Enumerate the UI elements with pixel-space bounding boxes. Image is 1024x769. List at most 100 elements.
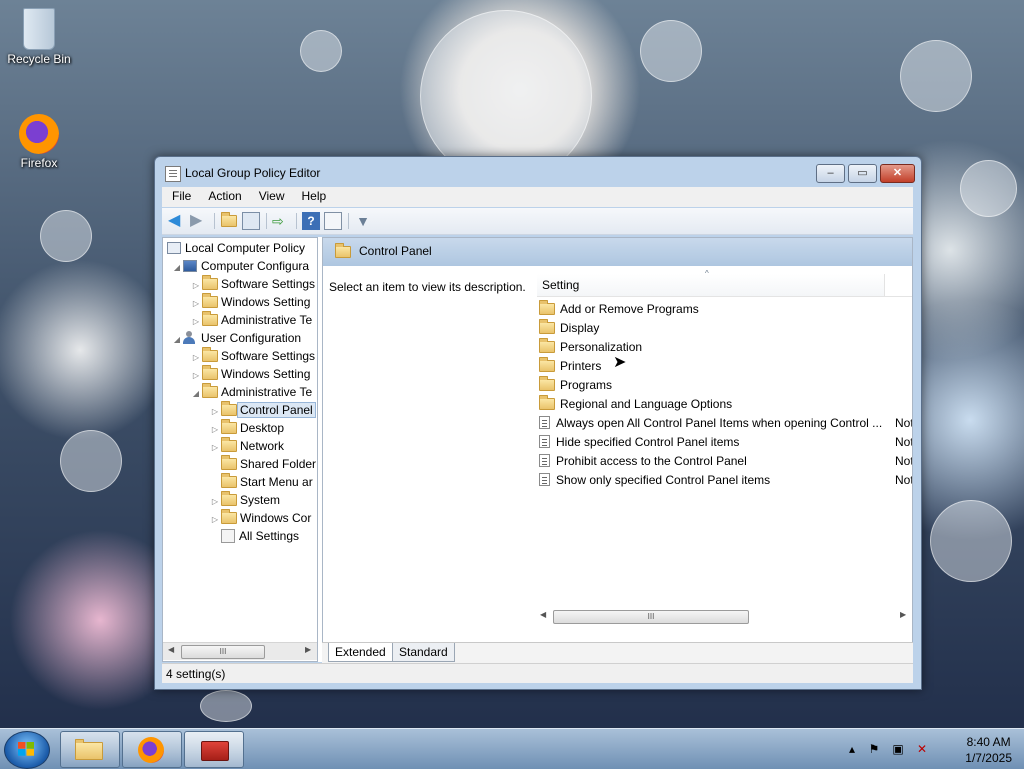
up-folder-icon[interactable] (220, 212, 238, 230)
list-item-policy[interactable]: Hide specified Control Panel items Not (539, 433, 913, 452)
clock-date: 1/7/2025 (965, 751, 1012, 765)
list-item-policy[interactable]: Prohibit access to the Control Panel Not (539, 452, 913, 471)
window-title: Local Group Policy Editor (185, 166, 321, 180)
expanded-arrow-icon[interactable]: ◢ (190, 385, 202, 403)
list-item-state: Not (895, 454, 913, 468)
show-hidden-icons-icon[interactable]: ▴ (845, 742, 859, 756)
all-settings-icon (221, 529, 235, 543)
close-button[interactable]: ✕ (880, 164, 915, 183)
list-item-label: Prohibit access to the Control Panel (556, 454, 747, 468)
tab-standard[interactable]: Standard (392, 643, 455, 662)
maximize-button[interactable]: ▭ (848, 164, 877, 183)
taskbar-firefox-button[interactable] (122, 731, 182, 768)
tree-horizontal-scrollbar[interactable]: ◀ III ▶ (163, 642, 317, 660)
column-header-setting[interactable]: Setting (537, 274, 885, 296)
properties-icon[interactable] (324, 212, 342, 230)
tree-item-all-settings[interactable]: All Settings (221, 527, 299, 545)
details-pane: Control Panel Select an item to view its… (322, 237, 913, 662)
scroll-right-arrow-icon[interactable]: ▶ (900, 610, 906, 619)
computer-policy-icon (167, 242, 181, 254)
tree-item-control-panel[interactable]: ▷ Control Panel (209, 401, 316, 419)
tree-item-local-computer-policy[interactable]: Local Computer Policy (167, 239, 305, 257)
desktop-icon-recycle-bin[interactable]: Recycle Bin (4, 8, 74, 66)
tree-item-network[interactable]: ▷ Network (209, 437, 284, 455)
collapsed-arrow-icon[interactable]: ▷ (209, 439, 221, 457)
list-item-folder[interactable]: Display (539, 319, 912, 338)
tree-item-system[interactable]: ▷ System (209, 491, 280, 509)
folder-icon (221, 401, 237, 416)
folder-icon (221, 509, 237, 524)
tree-item-start-menu[interactable]: Start Menu ar (221, 473, 313, 491)
scroll-left-arrow-icon[interactable]: ◀ (168, 645, 174, 654)
folder-icon (75, 739, 103, 760)
list-item-label: Programs (560, 378, 613, 392)
toolbar-separator (348, 213, 349, 229)
scroll-left-arrow-icon[interactable]: ◀ (540, 610, 546, 619)
tree-item-user-windows-settings[interactable]: ▷ Windows Setting (190, 365, 310, 383)
tree-item-computer-configuration[interactable]: ◢ Computer Configura (171, 257, 309, 275)
taskbar-clock[interactable]: 8:40 AM 1/7/2025 (965, 734, 1012, 766)
help-icon[interactable]: ? (302, 212, 320, 230)
folder-icon (202, 293, 218, 308)
tree-item-user-configuration[interactable]: ◢ User Configuration (171, 329, 301, 347)
status-bar: 4 setting(s) (162, 663, 913, 683)
expanded-arrow-icon[interactable]: ◢ (171, 259, 183, 277)
tree-item-windows-components[interactable]: ▷ Windows Cor (209, 509, 311, 527)
folder-icon (539, 319, 555, 334)
taskbar-explorer-button[interactable] (60, 731, 120, 768)
list-item-folder[interactable]: Regional and Language Options (539, 395, 912, 414)
action-center-flag-icon[interactable]: ⚑ (867, 742, 881, 756)
start-button[interactable] (4, 731, 50, 769)
expanded-arrow-icon[interactable]: ◢ (171, 331, 183, 349)
network-icon[interactable]: ▣ (891, 742, 905, 756)
list-item-label: Hide specified Control Panel items (556, 435, 740, 449)
desktop-icon-firefox[interactable]: Firefox (4, 114, 74, 170)
collapsed-arrow-icon[interactable]: ▷ (209, 511, 221, 529)
tab-extended[interactable]: Extended (328, 643, 393, 662)
list-item-policy[interactable]: Always open All Control Panel Items when… (539, 414, 912, 433)
user-icon (183, 331, 197, 344)
export-list-icon[interactable]: ⇨ (272, 212, 290, 230)
list-item-folder[interactable]: Programs (539, 376, 912, 395)
details-header: Control Panel (323, 238, 912, 266)
folder-icon (221, 491, 237, 506)
scrollbar-thumb[interactable]: III (553, 610, 749, 624)
list-item-state: Not (895, 435, 913, 449)
filter-icon[interactable]: ▼ (354, 212, 372, 230)
forward-arrow-icon[interactable]: ▶ (190, 212, 208, 230)
tree-item-user-administrative-templates[interactable]: ◢ Administrative Te (190, 383, 312, 401)
tree-item-user-software-settings[interactable]: ▷ Software Settings (190, 347, 315, 365)
menu-file[interactable]: File (162, 187, 198, 203)
list-item-folder[interactable]: Printers (539, 357, 912, 376)
title-bar[interactable]: Local Group Policy Editor – ▭ ✕ (155, 157, 921, 187)
policy-editor-icon (165, 166, 181, 182)
back-arrow-icon[interactable]: ◀ (168, 212, 186, 230)
show-hide-tree-icon[interactable] (242, 212, 260, 230)
menu-help[interactable]: Help (292, 187, 334, 203)
list-item-policy[interactable]: Show only specified Control Panel items N… (539, 471, 912, 490)
toolbar-separator (214, 213, 215, 229)
menu-view[interactable]: View (249, 187, 292, 203)
list-item-folder[interactable]: Add or Remove Programs (539, 300, 912, 319)
tree-item-administrative-templates[interactable]: ▷ Administrative Te (190, 311, 312, 329)
tree-item-desktop[interactable]: ▷ Desktop (209, 419, 284, 437)
folder-icon (202, 275, 218, 290)
folder-icon (221, 455, 237, 470)
tree-item-shared-folders[interactable]: Shared Folder (221, 455, 316, 473)
tree-item-windows-settings[interactable]: ▷ Windows Setting (190, 293, 310, 311)
desktop-icon-label: Firefox (20, 156, 58, 170)
scrollbar-thumb[interactable]: III (181, 645, 265, 659)
minimize-button[interactable]: – (816, 164, 845, 183)
scroll-right-arrow-icon[interactable]: ▶ (305, 645, 311, 654)
folder-icon (539, 338, 555, 353)
tree-item-software-settings[interactable]: ▷ Software Settings (190, 275, 315, 293)
taskbar-policy-editor-button[interactable] (184, 731, 244, 768)
main-content: Local Computer Policy ◢ Computer Configur… (162, 237, 913, 663)
toolbar-separator (296, 213, 297, 229)
menu-action[interactable]: Action (198, 187, 248, 203)
list-item-folder[interactable]: Personalization (539, 338, 912, 357)
folder-icon (202, 347, 218, 362)
list-horizontal-scrollbar[interactable]: ◀ III ▶ (537, 608, 912, 625)
volume-muted-icon[interactable]: ✕ (915, 742, 929, 756)
firefox-icon (19, 114, 59, 154)
